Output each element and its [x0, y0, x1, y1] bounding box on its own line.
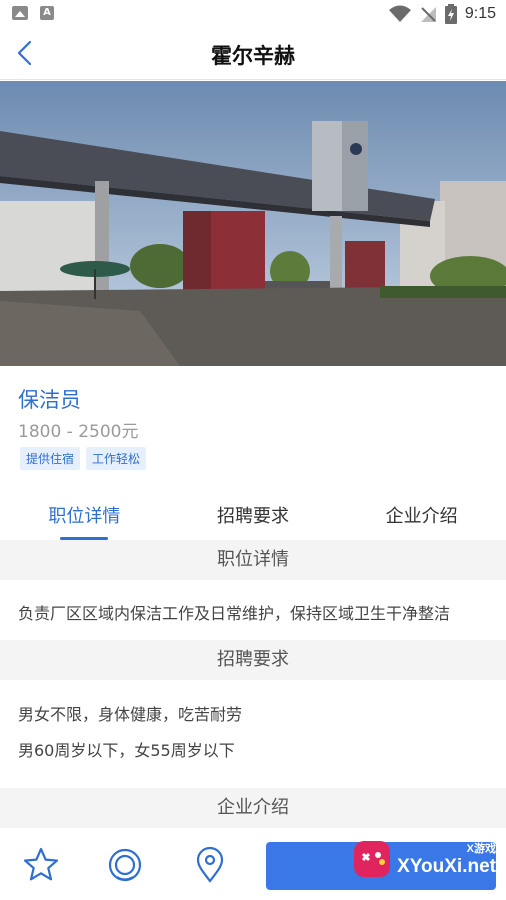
tab-label: 企业介绍: [385, 506, 458, 527]
app-notification-icon: A: [40, 6, 54, 20]
job-description: 负责厂区区域内保洁工作及日常维护，保持区域卫生干净整洁: [18, 604, 451, 623]
job-tags: 提供住宿 工作轻松: [20, 447, 147, 470]
gamepad-logo-icon: [354, 841, 391, 877]
requirement-line: 男女不限，身体健康，吃苦耐劳: [18, 705, 243, 724]
tab-label: 招聘要求: [217, 506, 289, 527]
detail-tabs: 职位详情 招聘要求 企业介绍: [0, 488, 506, 542]
watermark-large-text: XYouXi.net: [397, 856, 496, 877]
section-heading-requirements: 招聘要求: [0, 640, 506, 680]
job-tag: 提供住宿: [20, 447, 81, 470]
star-icon[interactable]: [22, 846, 60, 884]
watermark-small-text: X游戏: [466, 843, 496, 855]
battery-icon: [444, 4, 457, 24]
job-tag: 工作轻松: [86, 447, 147, 470]
section-heading-company: 企业介绍: [0, 788, 506, 828]
section-heading-details: 职位详情: [0, 540, 506, 580]
requirement-line: 男60周岁以下，女55周岁以下: [18, 741, 235, 760]
tab-company-intro[interactable]: 企业介绍: [337, 488, 506, 542]
tab-job-details[interactable]: 职位详情: [0, 488, 169, 542]
bottom-action-bar: X游戏 XYouXi.net: [0, 828, 506, 900]
wifi-icon: [388, 5, 411, 22]
tab-requirements[interactable]: 招聘要求: [169, 488, 338, 542]
tab-label: 职位详情: [48, 506, 121, 527]
watermark: X游戏 XYouXi.net: [351, 838, 496, 880]
chat-icon[interactable]: [106, 846, 144, 884]
location-icon[interactable]: [191, 846, 229, 884]
signal-off-icon: [420, 7, 436, 22]
image-notification-icon: [12, 6, 28, 20]
clock: 9:15: [464, 5, 496, 22]
job-title: 保洁员: [18, 388, 81, 412]
app-header: 霍尔辛赫: [0, 28, 506, 80]
salary-range: 1800 - 2500元: [18, 422, 139, 442]
page-title: 霍尔辛赫: [211, 44, 295, 68]
status-bar: A 9:15: [0, 0, 506, 28]
company-gate-photo: [0, 81, 506, 366]
